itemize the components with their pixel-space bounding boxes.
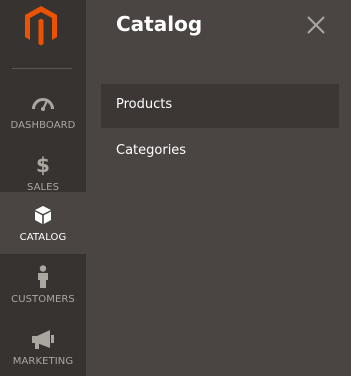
magento-logo-icon[interactable] <box>23 4 59 48</box>
nav-item-customers[interactable]: CUSTOMERS <box>0 254 86 316</box>
megaphone-icon <box>0 328 86 350</box>
dollar-sign-icon: $ <box>36 153 50 177</box>
submenu-label-categories: Categories <box>116 143 187 158</box>
nav-label-marketing: MARKETING <box>12 356 74 367</box>
close-button[interactable] <box>305 14 327 36</box>
admin-app: DASHBOARD $ SALES CATALOG CUSTOMERS MARK… <box>0 0 351 376</box>
submenu-item-products[interactable]: Products <box>101 84 339 128</box>
submenu-label-products: Products <box>116 97 173 112</box>
cube-box-icon <box>0 204 86 226</box>
person-icon <box>0 265 86 288</box>
dashboard-speedometer-icon <box>0 92 86 114</box>
panel-title: Catalog <box>116 12 203 36</box>
close-icon <box>307 16 325 34</box>
nav-label-catalog: CATALOG <box>19 232 67 243</box>
nav-item-marketing[interactable]: MARKETING <box>0 316 86 376</box>
nav-item-catalog[interactable]: CATALOG <box>0 192 86 254</box>
logo-divider <box>12 68 72 69</box>
nav-item-dashboard[interactable]: DASHBOARD <box>0 80 86 142</box>
admin-sidebar: DASHBOARD $ SALES CATALOG CUSTOMERS MARK… <box>0 0 86 376</box>
nav-label-customers: CUSTOMERS <box>11 294 75 305</box>
submenu-item-categories[interactable]: Categories <box>101 130 339 174</box>
nav-label-dashboard: DASHBOARD <box>10 120 76 131</box>
